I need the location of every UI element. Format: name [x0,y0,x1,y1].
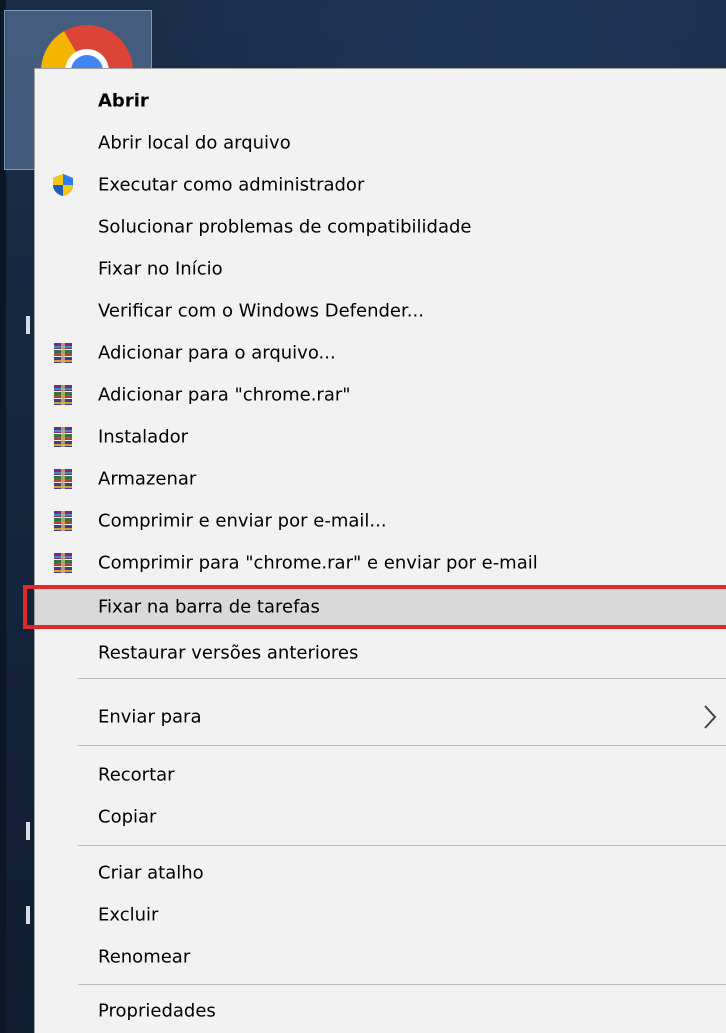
menu-item-scan-defender[interactable]: Verificar com o Windows Defender... [35,291,726,331]
menu-separator [78,745,726,746]
winrar-icon [54,469,72,489]
uac-shield-icon [53,174,73,196]
menu-item-cut[interactable]: Recortar [35,755,726,795]
menu-item-label: Recortar [98,764,175,786]
menu-item-compress-and-email[interactable]: Comprimir e enviar por e-mail... [35,501,726,541]
menu-item-label: Executar como administrador [98,174,365,196]
menu-item-store[interactable]: Armazenar [35,459,726,499]
menu-separator [78,984,726,985]
menu-item-add-to-chrome-rar[interactable]: Adicionar para "chrome.rar" [35,375,726,415]
winrar-icon [54,385,72,405]
menu-item-run-as-admin[interactable]: Executar como administrador [35,165,726,205]
menu-item-troubleshoot-compatibility[interactable]: Solucionar problemas de compatibilidade [35,207,726,247]
menu-item-send-to[interactable]: Enviar para [35,697,726,737]
menu-item-label: Solucionar problemas de compatibilidade [98,216,472,238]
menu-item-label: Instalador [98,426,189,448]
desktop-edge-mark [26,822,30,840]
winrar-icon [54,427,72,447]
menu-item-copy[interactable]: Copiar [35,797,726,837]
desktop-edge-mark [26,316,30,334]
menu-item-label: Verificar com o Windows Defender... [98,300,424,322]
menu-item-label: Comprimir e enviar por e-mail... [98,510,387,532]
menu-item-label: Renomear [98,946,191,968]
menu-item-rename[interactable]: Renomear [35,937,726,977]
menu-item-label: Copiar [98,806,157,828]
menu-item-label: Armazenar [98,468,197,490]
menu-item-label: Abrir local do arquivo [98,132,291,154]
menu-item-label: Abrir [98,90,149,112]
menu-item-add-to-archive[interactable]: Adicionar para o arquivo... [35,333,726,373]
chevron-right-icon [704,705,717,729]
menu-item-label: Criar atalho [98,862,204,884]
menu-item-open-file-location[interactable]: Abrir local do arquivo [35,123,726,163]
menu-item-properties[interactable]: Propriedades [35,991,726,1031]
menu-item-label: Propriedades [98,1000,216,1022]
menu-item-label: Adicionar para o arquivo... [98,342,336,364]
menu-item-label: Restaurar versões anteriores [98,642,359,664]
menu-item-pin-to-start[interactable]: Fixar no Início [35,249,726,289]
menu-separator [78,845,726,846]
menu-item-label: Enviar para [98,706,202,728]
menu-item-restore-previous-versions[interactable]: Restaurar versões anteriores [35,633,726,673]
winrar-icon [54,511,72,531]
menu-item-create-shortcut[interactable]: Criar atalho [35,853,726,893]
menu-item-label: Comprimir para "chrome.rar" e enviar por… [98,552,538,574]
menu-item-compress-chrome-rar-and-email[interactable]: Comprimir para "chrome.rar" e enviar por… [35,543,726,583]
menu-item-delete[interactable]: Excluir [35,895,726,935]
menu-item-label: Fixar no Início [98,258,223,280]
winrar-icon [54,553,72,573]
annotation-highlight-box [23,585,726,629]
context-menu: Abrir Abrir local do arquivo Executar co… [23,68,726,1033]
menu-separator [78,678,726,679]
desktop-edge-mark [26,906,30,924]
menu-item-open[interactable]: Abrir [35,81,726,121]
menu-item-label: Excluir [98,904,159,926]
menu-item-installer[interactable]: Instalador [35,417,726,457]
winrar-icon [54,343,72,363]
menu-item-label: Adicionar para "chrome.rar" [98,384,351,406]
